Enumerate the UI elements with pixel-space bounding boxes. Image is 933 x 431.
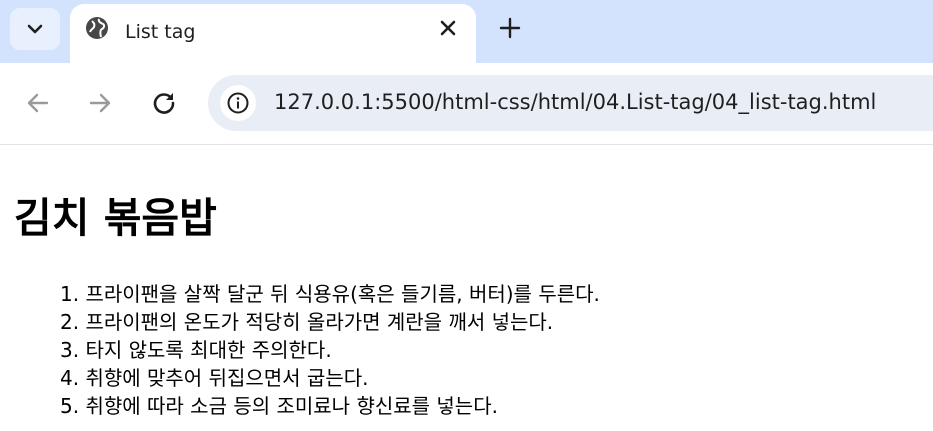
tab-search-button[interactable] (10, 8, 60, 50)
forward-arrow-icon[interactable] (86, 89, 114, 117)
info-icon (227, 92, 249, 114)
list-item-number: 3. (60, 338, 80, 362)
chevron-down-icon (27, 24, 43, 34)
list-item: 5. 취향에 따라 소금 등의 조미료나 향신료를 넣는다. (60, 392, 600, 420)
list-item: 1. 프라이팬을 살짝 달군 뒤 식용유(혹은 들기름, 버터)를 두른다. (60, 280, 600, 308)
list-item: 4. 취향에 맞추어 뒤집으면서 굽는다. (60, 364, 600, 392)
list-item-text: 취향에 따라 소금 등의 조미료나 향신료를 넣는다. (85, 394, 498, 418)
list-item-number: 1. (60, 282, 80, 306)
list-item-number: 2. (60, 310, 80, 334)
list-item: 2. 프라이팬의 온도가 적당히 올라가면 계란을 깨서 넣는다. (60, 308, 600, 336)
page-content: 김치 볶음밥 1. 프라이팬을 살짝 달군 뒤 식용유(혹은 들기름, 버터)를… (0, 146, 933, 431)
browser-toolbar: 127.0.0.1:5500/html-css/html/04.List-tag… (0, 63, 933, 145)
list-item-number: 5. (60, 394, 80, 418)
list-item-text: 타지 않도록 최대한 주의한다. (85, 338, 332, 362)
globe-icon (86, 17, 108, 39)
list-item-text: 취향에 맞추어 뒤집으면서 굽는다. (85, 366, 369, 390)
list-item-text: 프라이팬을 살짝 달군 뒤 식용유(혹은 들기름, 버터)를 두른다. (85, 282, 600, 306)
tab-title: List tag (125, 21, 196, 43)
list-item-number: 4. (60, 366, 80, 390)
url-text[interactable]: 127.0.0.1:5500/html-css/html/04.List-tag… (274, 90, 876, 114)
recipe-list: 1. 프라이팬을 살짝 달군 뒤 식용유(혹은 들기름, 버터)를 두른다. 2… (60, 280, 600, 420)
new-tab-icon[interactable] (498, 16, 522, 40)
site-info-button[interactable] (220, 85, 256, 121)
tab-strip: List tag (0, 0, 933, 63)
list-item-text: 프라이팬의 온도가 적당히 올라가면 계란을 깨서 넣는다. (85, 310, 554, 334)
back-arrow-icon[interactable] (24, 89, 52, 117)
list-item: 3. 타지 않도록 최대한 주의한다. (60, 336, 600, 364)
active-tab[interactable]: List tag (70, 4, 476, 63)
close-icon[interactable] (438, 18, 458, 38)
address-bar[interactable]: 127.0.0.1:5500/html-css/html/04.List-tag… (208, 75, 933, 131)
page-title: 김치 볶음밥 (14, 194, 217, 242)
reload-icon[interactable] (150, 89, 178, 117)
